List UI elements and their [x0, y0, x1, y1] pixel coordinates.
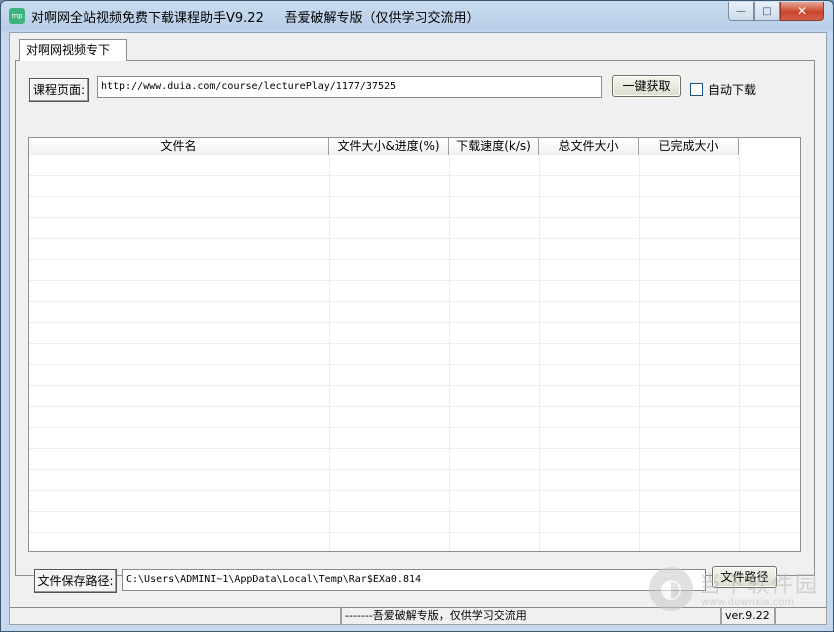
tab-duia-video[interactable]: 对啊网视频专下 [19, 39, 127, 61]
column-header-speed[interactable]: 下载速度(k/s) [449, 138, 539, 155]
auto-download-checkbox[interactable]: 自动下载 [690, 81, 756, 98]
grid-line [539, 155, 540, 551]
column-header-total-size[interactable]: 总文件大小 [539, 138, 639, 155]
column-header-completed-size[interactable]: 已完成大小 [639, 138, 739, 155]
fetch-button[interactable]: 一键获取 [612, 75, 681, 97]
status-bar: -------吾爱破解专版，仅供学习交流用 ver.9.22 [9, 607, 827, 625]
status-cell-notice: -------吾爱破解专版，仅供学习交流用 [341, 607, 721, 625]
grid-line [639, 155, 640, 551]
close-icon: ✕ [796, 4, 808, 18]
minimize-icon: — [736, 5, 746, 17]
close-button[interactable]: ✕ [780, 2, 824, 21]
checkbox-box[interactable] [690, 83, 703, 96]
auto-download-label: 自动下载 [708, 83, 757, 97]
save-path-input[interactable]: C:\Users\ADMINI~1\AppData\Local\Temp\Rar… [122, 569, 706, 591]
status-cell-version: ver.9.22 [721, 607, 775, 625]
minimize-button[interactable]: — [728, 2, 754, 21]
maximize-icon: □ [762, 5, 772, 17]
client-area: 课程页面: http://www.duia.com/course/lecture… [9, 32, 827, 625]
grid-line [739, 155, 740, 551]
save-path-label: 文件保存路径: [34, 569, 117, 593]
tab-panel: 课程页面: http://www.duia.com/course/lecture… [15, 60, 815, 593]
list-body[interactable] [29, 155, 800, 551]
grid-line [329, 155, 330, 551]
download-list[interactable]: 文件名 文件大小&进度(%) 下载速度(k/s) 总文件大小 已完成大小 [28, 137, 801, 552]
grid-line [449, 155, 450, 551]
column-header-size-progress[interactable]: 文件大小&进度(%) [329, 138, 449, 155]
window-title: 对啊网全站视频免费下载课程助手V9.22 吾爱破解专版（仅供学习交流用） [31, 11, 480, 26]
column-header-filename[interactable]: 文件名 [29, 138, 329, 155]
course-url-input[interactable]: http://www.duia.com/course/lecturePlay/1… [97, 76, 602, 98]
status-cell-main [9, 607, 341, 625]
title-bar[interactable]: mp 对啊网全站视频免费下载课程助手V9.22 吾爱破解专版（仅供学习交流用） … [1, 1, 833, 31]
app-window: mp 对啊网全站视频免费下载课程助手V9.22 吾爱破解专版（仅供学习交流用） … [0, 0, 834, 632]
list-header: 文件名 文件大小&进度(%) 下载速度(k/s) 总文件大小 已完成大小 [29, 138, 739, 155]
course-page-label: 课程页面: [29, 78, 89, 102]
choose-path-button[interactable]: 文件路径 [712, 566, 777, 588]
status-cell-extra [775, 607, 827, 625]
maximize-button[interactable]: □ [754, 2, 780, 21]
app-icon[interactable]: mp [9, 8, 25, 24]
